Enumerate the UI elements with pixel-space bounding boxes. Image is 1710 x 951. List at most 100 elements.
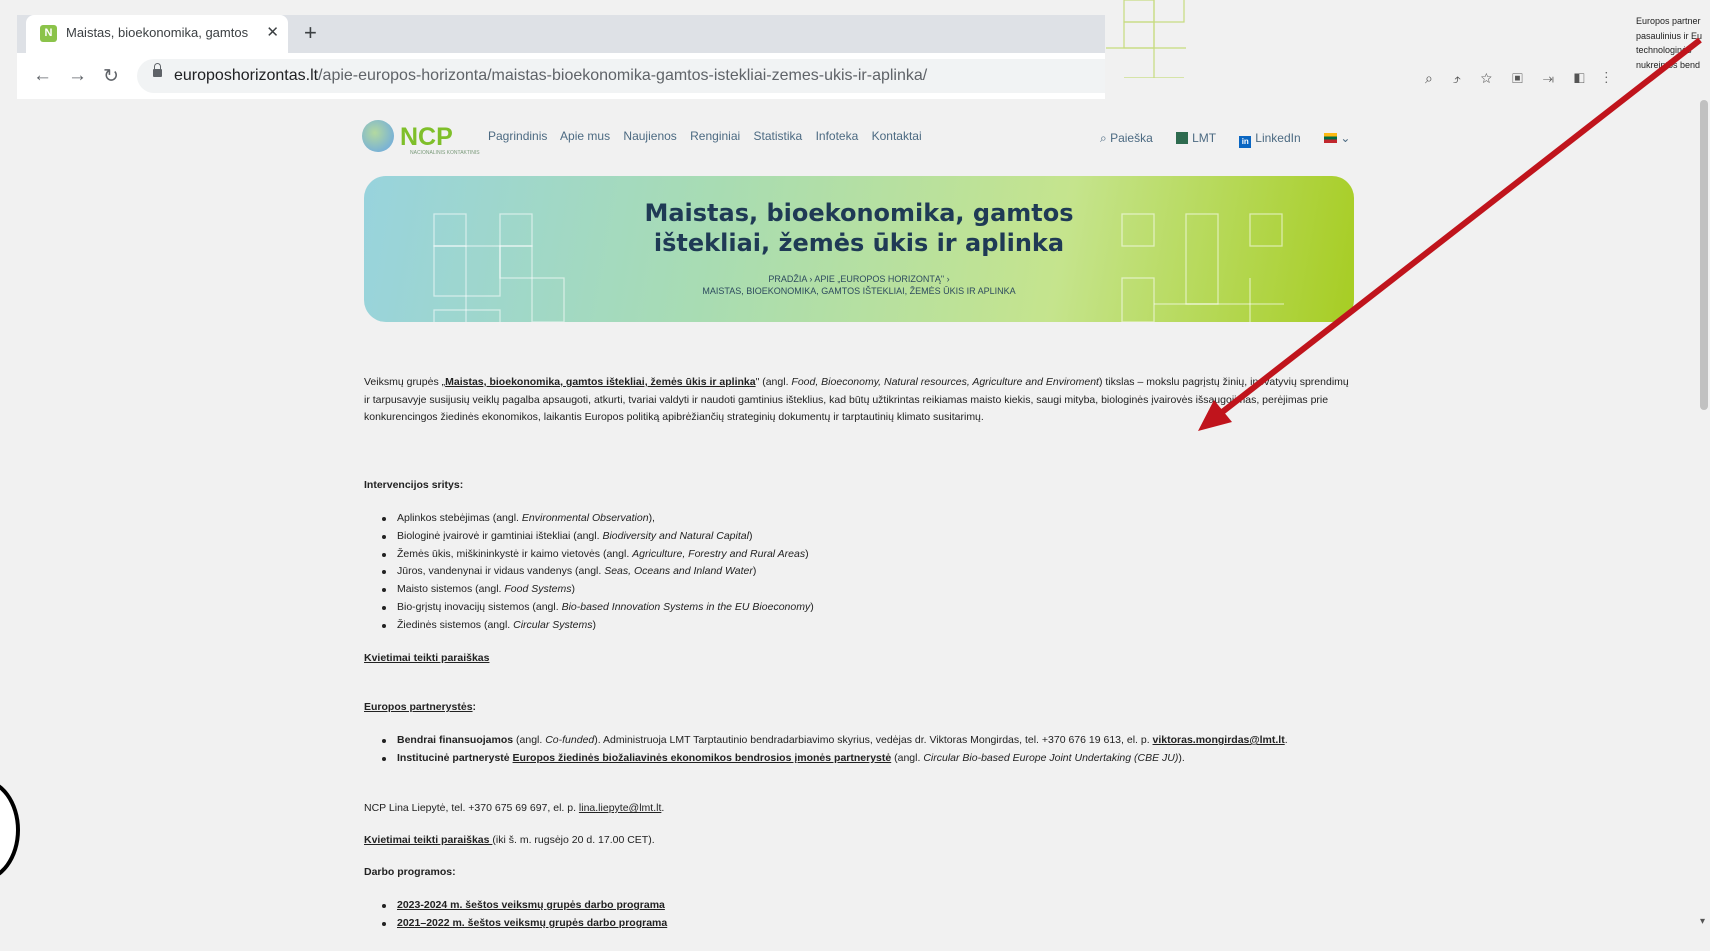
nav-item-apie-mus[interactable]: Apie mus [560,129,610,143]
breadcrumb: PRADŽIA › APIE „EUROPOS HORIZONTĄ" › [364,274,1354,284]
breadcrumb-separator: › [946,274,950,284]
nav-item-kontaktai[interactable]: Kontaktai [872,129,922,143]
lmt-icon [1176,132,1189,144]
url-path: /apie-europos-horizonta/maistas-bioekono… [318,67,928,84]
circle-annotation [0,778,20,882]
lock-icon [153,63,162,77]
language-selector[interactable]: ⌄ [1323,131,1350,145]
item-en: Biodiversity and Natural Capital [602,529,749,542]
breadcrumb-separator: › [809,274,813,284]
list-item: Bio-grįstų inovacijų sistemos (angl. Bio… [382,599,1354,617]
list-item: 2023-2024 m. šeštos veiksmų grupės darbo… [382,897,1354,915]
item-en: Environmental Observation [521,512,649,524]
search-label: Paieška [1110,131,1153,145]
item-lt: Maisto sistemos (angl. [397,583,505,596]
contact-end: . [661,802,665,814]
item-end: ) [571,583,575,596]
calls-link[interactable]: Kvietimai teikti paraiškas [364,834,492,846]
address-bar[interactable]: europoshorizontas.lt/apie-europos-horizo… [137,59,1105,93]
note-line: pasaulinius ir Eu [1636,30,1703,41]
linkedin-link[interactable]: in LinkedIn [1239,131,1301,148]
item-end: . [1284,734,1288,746]
item-lt: Žiedinės sistemos (angl. [397,618,514,631]
colon: : [459,479,464,491]
item-text: (angl. [513,734,546,746]
note-line: Europos partner [1636,16,1701,26]
logo-text[interactable]: NCP [400,123,453,152]
logo-icon[interactable] [362,120,394,152]
item-en: Circular Bio-based Europe Joint Undertak… [923,751,1179,764]
main-nav: Pagrindinis Apie mus Naujienos Renginiai… [488,129,932,143]
logo-subtitle: NACIONALINIS KONTAKTINIS [410,150,480,156]
search-link[interactable]: ⌕ Paieška [1100,131,1153,145]
item-end: ) [752,565,757,578]
tab-strip: N Maistas, bioekonomika, gamtos ✕ + [17,15,1105,53]
search-icon: ⌕ [1100,131,1107,145]
email-link[interactable]: viktoras.mongirdas@lmt.lt [1153,734,1285,746]
intro-text: Veiksmų grupės „ [364,376,446,388]
hero-banner: Maistas, bioekonomika, gamtos ištekliai,… [364,176,1354,322]
list-item: Jūros, vandenynai ir vidaus vandenys (an… [382,563,1354,581]
nav-item-pagrindinis[interactable]: Pagrindinis [488,129,547,143]
page-title-line2: ištekliai, žemės ūkis ir aplinka [653,229,1065,257]
nav-item-statistika[interactable]: Statistika [754,129,803,143]
lmt-label: LMT [1192,131,1216,145]
item-bold: Bendrai finansuojamos [397,734,514,746]
programme-link[interactable]: 2021–2022 m. šeštos veiksmų grupės darbo… [397,917,667,929]
interventions-list: Aplinkos stebėjimas (angl. Environmental… [364,510,1354,635]
nav-item-renginiai[interactable]: Renginiai [690,129,740,143]
item-en: Bio-based Innovation Systems in the EU B… [561,600,811,613]
programme-link[interactable]: 2023-2024 m. šeštos veiksmų grupės darbo… [397,899,665,911]
lithuania-flag-icon [1323,133,1337,143]
work-programmes-list: 2023-2024 m. šeštos veiksmų grupės darbo… [364,897,1354,933]
calls-deadline: Kvietimai teikti paraiškas (iki š. m. ru… [364,832,1354,850]
item-bold: Institucinė partnerystė [397,751,513,764]
intro-english: Food, Bioeconomy, Natural resources, Agr… [791,376,1099,388]
ncp-contact: NCP Lina Liepytė, tel. +370 675 69 697, … [364,800,1354,818]
page-title: Maistas, bioekonomika, gamtos ištekliai,… [364,198,1354,258]
list-item: Bendrai finansuojamos (angl. Co-funded).… [382,732,1354,750]
item-end: ) [748,529,753,542]
email-link[interactable]: lina.liepyte@lmt.lt [579,802,661,814]
breadcrumb-current: MAISTAS, BIOEKONOMIKA, GAMTOS IŠTEKLIAI,… [702,286,1016,296]
address-toolbar: ← → ↻ europoshorizontas.lt/apie-europos-… [17,53,1105,99]
item-end: ) [805,547,809,560]
nav-item-naujienos[interactable]: Naujienos [623,129,676,143]
breadcrumb-home[interactable]: PRADŽIA [768,274,807,284]
item-en: Circular Systems [513,618,593,631]
new-tab-button[interactable]: + [304,20,317,46]
item-en: Agriculture, Forestry and Rural Areas [632,547,806,560]
url-text[interactable]: europoshorizontas.lt/apie-europos-horizo… [174,67,927,85]
favicon-icon: N [40,25,57,42]
forward-button[interactable]: → [68,65,87,87]
partnerships-heading: Europos partnerystės: [364,699,1354,717]
browser-toolbar-icons[interactable]: ⌕⤴☆▣⇥◧⋮ [1425,70,1628,87]
item-text: ). Administruoja LMT Tarptautinio bendra… [594,734,1153,746]
lmt-link[interactable]: LMT [1176,131,1216,145]
list-item: Maisto sistemos (angl. Food Systems) [382,581,1354,599]
interventions-heading: Intervencijos sritys: [364,477,1354,495]
close-tab-icon[interactable]: ✕ [266,23,279,41]
deadline-text: (iki š. m. rugsėjo 20 d. 17.00 CET). [492,834,655,846]
reload-button[interactable]: ↻ [103,65,119,88]
scroll-down-icon[interactable]: ▾ [1700,916,1705,927]
tab-title: Maistas, bioekonomika, gamtos [66,25,249,40]
item-en: Co-funded [545,734,595,746]
contact-text: NCP Lina Liepytė, tel. +370 675 69 697, … [364,802,579,814]
partnership-link[interactable]: Europos žiedinės biožaliavinės ekonomiko… [513,752,892,764]
list-item: Žiedinės sistemos (angl. Circular System… [382,617,1354,635]
breadcrumb-parent[interactable]: APIE „EUROPOS HORIZONTĄ" [814,274,944,284]
item-end: ). [1178,751,1185,764]
intro-text: " (angl. [755,376,792,388]
partnerships-link[interactable]: Europos partnerystės [364,701,473,713]
interventions-heading-text: Intervencijos sritys [364,479,460,491]
browser-tab[interactable]: N Maistas, bioekonomika, gamtos ✕ [26,15,288,53]
site-header: NCP NACIONALINIS KONTAKTINIS Pagrindinis… [362,116,1354,156]
work-programmes-heading: Darbo programos: [364,866,456,878]
back-button[interactable]: ← [33,65,52,87]
intro-link[interactable]: Maistas, bioekonomika, gamtos ištekliai,… [445,376,755,388]
list-item: 2021–2022 m. šeštos veiksmų grupės darbo… [382,915,1354,933]
calls-link[interactable]: Kvietimai teikti paraiškas [364,652,489,664]
scrollbar-thumb[interactable] [1700,100,1708,410]
nav-item-infoteka[interactable]: Infoteka [816,129,859,143]
